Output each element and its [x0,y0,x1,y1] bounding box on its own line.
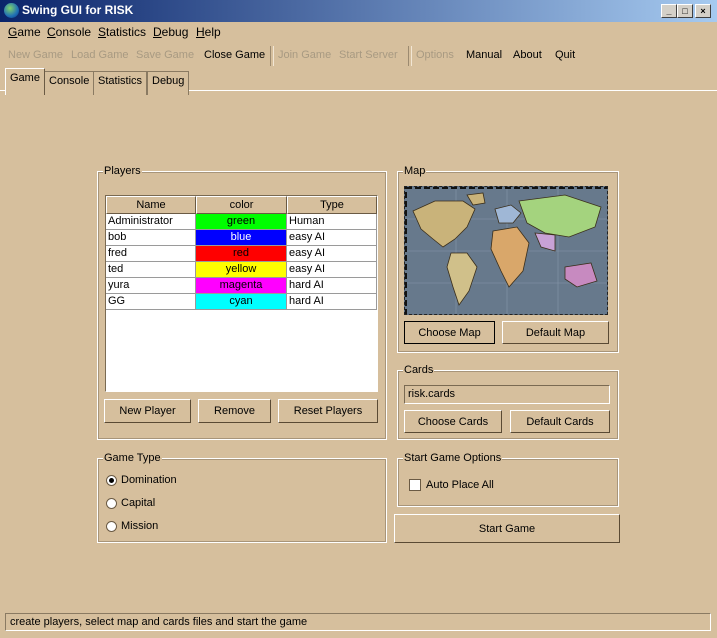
default-cards-button[interactable]: Default Cards [510,410,610,433]
player-name-cell[interactable]: yura [106,278,196,294]
mission-label: Mission [121,520,159,532]
domination-label: Domination [121,474,177,486]
player-color-cell[interactable]: magenta [196,278,287,294]
quit-button[interactable]: Quit [555,49,575,61]
table-row[interactable]: fred red easy AI [106,246,377,262]
player-color-cell[interactable]: green [196,214,287,230]
map-preview-image [404,186,608,315]
players-table[interactable]: Name color Type Administrator green Human b… [105,195,378,392]
reset-players-button[interactable]: Reset Players [278,399,378,423]
choose-cards-button[interactable]: Choose Cards [404,410,502,433]
menu-bar: Game Console Statistics Debug Help [0,22,717,41]
title-bar: Swing GUI for RISK _ □ × [0,0,717,22]
table-row[interactable]: ted yellow easy AI [106,262,377,278]
player-type-cell[interactable]: hard AI [287,278,377,294]
join-game-button[interactable]: Join Game [278,49,331,61]
player-color-cell[interactable]: blue [196,230,287,246]
column-header-color[interactable]: color [196,196,287,214]
mission-radio[interactable] [106,521,117,532]
player-name-cell[interactable]: fred [106,246,196,262]
player-name-cell[interactable]: GG [106,294,196,310]
player-color-cell[interactable]: red [196,246,287,262]
table-row[interactable]: GG cyan hard AI [106,294,377,310]
menu-console[interactable]: Console [47,25,91,39]
game-type-group-title: Game Type [103,452,162,464]
new-game-button[interactable]: New Game [8,49,63,61]
default-map-button[interactable]: Default Map [502,321,609,344]
capital-label: Capital [121,497,156,509]
tab-console[interactable]: Console [44,71,95,95]
close-button[interactable]: × [695,4,711,18]
start-game-button[interactable]: Start Game [394,514,620,543]
capital-radio[interactable] [106,498,117,509]
save-game-button[interactable]: Save Game [136,49,194,61]
player-color-cell[interactable]: yellow [196,262,287,278]
start-options-group-title: Start Game Options [403,452,503,464]
toolbar-separator [270,46,274,66]
player-color-cell[interactable]: cyan [196,294,287,310]
menu-debug[interactable]: Debug [153,25,188,39]
player-name-cell[interactable]: ted [106,262,196,278]
status-bar: create players, select map and cards fil… [5,613,711,631]
tab-game[interactable]: Game [5,68,45,95]
choose-map-button[interactable]: Choose Map [404,321,495,344]
auto-place-all-label: Auto Place All [426,479,494,491]
close-game-button[interactable]: Close Game [204,49,265,61]
player-type-cell[interactable]: easy AI [287,246,377,262]
player-type-cell[interactable]: Human [287,214,377,230]
player-type-cell[interactable]: easy AI [287,230,377,246]
cards-group-title: Cards [403,364,435,376]
options-button[interactable]: Options [416,49,454,61]
cards-file-field[interactable]: risk.cards [404,385,610,404]
maximize-button[interactable]: □ [677,4,693,18]
domination-radio[interactable] [106,475,117,486]
remove-button[interactable]: Remove [198,399,271,423]
player-name-cell[interactable]: Administrator [106,214,196,230]
load-game-button[interactable]: Load Game [71,49,128,61]
table-row[interactable]: bob blue easy AI [106,230,377,246]
tab-debug[interactable]: Debug [147,71,190,95]
player-name-cell[interactable]: bob [106,230,196,246]
new-player-button[interactable]: New Player [104,399,191,423]
menu-help[interactable]: Help [196,25,221,39]
map-group-title: Map [403,165,427,177]
table-row[interactable]: yura magenta hard AI [106,278,377,294]
about-button[interactable]: About [513,49,542,61]
toolbar-separator [408,46,412,66]
menu-statistics[interactable]: Statistics [98,25,146,39]
column-header-name[interactable]: Name [106,196,196,214]
minimize-button[interactable]: _ [661,4,677,18]
tab-statistics[interactable]: Statistics [93,71,148,95]
column-header-type[interactable]: Type [287,196,377,214]
start-server-button[interactable]: Start Server [339,49,398,61]
toolbar: New Game Load Game Save Game Close Game … [0,43,717,69]
player-type-cell[interactable]: easy AI [287,262,377,278]
table-row[interactable]: Administrator green Human [106,214,377,230]
manual-button[interactable]: Manual [466,49,502,61]
globe-icon [4,3,19,18]
menu-game[interactable]: Game [8,25,41,39]
player-type-cell[interactable]: hard AI [287,294,377,310]
auto-place-all-checkbox[interactable] [409,479,421,491]
players-group-title: Players [103,165,142,177]
window-title: Swing GUI for RISK [22,3,134,17]
